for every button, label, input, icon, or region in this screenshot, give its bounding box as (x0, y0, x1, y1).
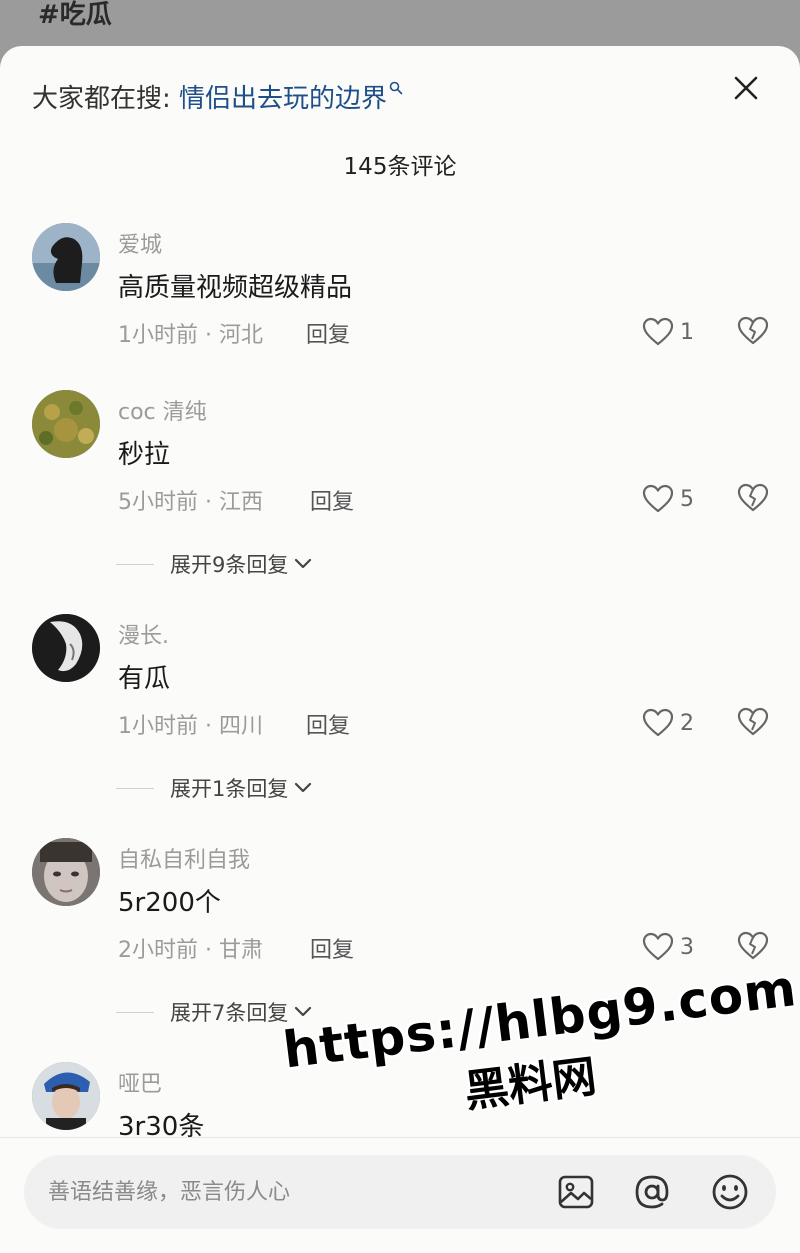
comment-username[interactable]: 漫长. (118, 618, 169, 650)
expand-replies-button[interactable]: 展开9条回复 (116, 549, 312, 579)
comment-username[interactable]: coc 清纯 (118, 394, 207, 426)
comment-item: 自私自利自我 5r200个 2小时前 · 甘肃 回复 3 (0, 838, 800, 978)
reply-button[interactable]: 回复 (310, 932, 354, 964)
image-button[interactable] (556, 1172, 596, 1212)
reply-button[interactable]: 回复 (306, 708, 350, 740)
smiley-icon (712, 1174, 748, 1210)
background-hashtag: #吃瓜 (38, 0, 112, 30)
avatar[interactable] (32, 838, 100, 906)
expand-replies-button[interactable]: 展开7条回复 (116, 997, 312, 1027)
avatar[interactable] (32, 390, 100, 458)
comment-text: 秒拉 (118, 440, 171, 470)
comments-sheet: 大家都在搜: 情侣出去玩的边界 145条评论 爱城 高质量视频超级精品 1小时前… (0, 46, 800, 1253)
search-hint-prefix: 大家都在搜: (32, 84, 171, 114)
like-count: 1 (680, 319, 694, 345)
dislike-button[interactable] (736, 930, 770, 964)
heart-icon (642, 708, 674, 737)
broken-heart-icon (737, 707, 769, 736)
like-button[interactable]: 1 (642, 315, 694, 349)
search-icon (389, 81, 403, 95)
comment-text: 有瓜 (118, 664, 171, 694)
expand-replies-label: 展开1条回复 (170, 777, 289, 801)
at-icon (635, 1175, 669, 1209)
divider-line (116, 787, 154, 789)
comment-meta: 2小时前 · 甘肃 (118, 938, 263, 963)
expand-replies-button[interactable]: 展开1条回复 (116, 773, 312, 803)
comment-username[interactable]: 自私自利自我 (118, 842, 250, 874)
comment-username[interactable]: 哑巴 (118, 1066, 162, 1098)
heart-icon (642, 317, 674, 346)
close-icon (734, 76, 758, 100)
avatar[interactable] (32, 223, 100, 291)
mention-button[interactable] (632, 1172, 672, 1212)
divider-line (116, 1011, 154, 1013)
avatar[interactable] (32, 614, 100, 682)
comment-input-box[interactable] (24, 1155, 776, 1229)
like-count: 2 (680, 710, 694, 736)
comment-text: 3r30条 (118, 1112, 205, 1137)
expand-replies-label: 展开7条回复 (170, 1001, 289, 1025)
chevron-down-icon (295, 1006, 312, 1017)
heart-icon (642, 932, 674, 961)
avatar[interactable] (32, 1062, 100, 1130)
dislike-button[interactable] (736, 482, 770, 516)
chevron-down-icon (295, 558, 312, 569)
expand-replies-label: 展开9条回复 (170, 553, 289, 577)
comment-meta: 5小时前 · 江西 (118, 490, 263, 515)
divider-line (116, 563, 154, 565)
like-button[interactable]: 3 (642, 930, 694, 964)
comment-username[interactable]: 爱城 (118, 227, 162, 259)
broken-heart-icon (737, 316, 769, 345)
comment-meta: 1小时前 · 四川 (118, 714, 263, 739)
chevron-down-icon (295, 782, 312, 793)
comment-item: 哑巴 3r30条 (0, 1062, 800, 1137)
like-button[interactable]: 2 (642, 706, 694, 740)
image-icon (558, 1175, 594, 1209)
close-button[interactable] (726, 68, 766, 108)
reply-button[interactable]: 回复 (310, 484, 354, 516)
like-count: 3 (680, 934, 694, 960)
comment-count: 145条评论 (343, 154, 457, 180)
search-hint-query[interactable]: 情侣出去玩的边界 (179, 84, 387, 114)
like-count: 5 (680, 486, 694, 512)
comment-meta: 1小时前 · 河北 (118, 323, 263, 348)
comment-input[interactable] (48, 1171, 528, 1213)
like-button[interactable]: 5 (642, 482, 694, 516)
comment-composer-bar (0, 1137, 800, 1253)
emoji-button[interactable] (710, 1172, 750, 1212)
dislike-button[interactable] (736, 315, 770, 349)
trending-search-hint[interactable]: 大家都在搜: 情侣出去玩的边界 (32, 78, 403, 115)
comment-item: 漫长. 有瓜 1小时前 · 四川 回复 2 (0, 614, 800, 754)
dislike-button[interactable] (736, 706, 770, 740)
broken-heart-icon (737, 931, 769, 960)
comment-item: coc 清纯 秒拉 5小时前 · 江西 回复 5 (0, 390, 800, 530)
comment-item: 爱城 高质量视频超级精品 1小时前 · 河北 回复 1 (0, 223, 800, 363)
heart-icon (642, 484, 674, 513)
comment-text: 5r200个 (118, 888, 221, 918)
comment-text: 高质量视频超级精品 (118, 273, 353, 303)
broken-heart-icon (737, 483, 769, 512)
reply-button[interactable]: 回复 (306, 317, 350, 349)
